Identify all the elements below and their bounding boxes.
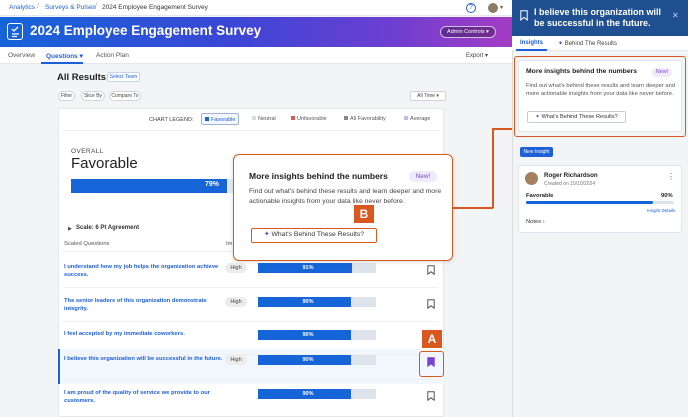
filter-button[interactable]: Filter [58, 91, 75, 101]
importance-badge: High [225, 297, 247, 307]
popover-text: Find out what's behind these results and… [249, 188, 442, 205]
panel-title: I believe this organization will be succ… [534, 7, 662, 28]
date-range-select[interactable]: All Time ▾ [410, 91, 446, 101]
chevron-down-icon[interactable]: ▾ [500, 4, 503, 11]
new-badge: New! [409, 171, 437, 182]
help-icon[interactable]: ? [466, 3, 476, 13]
kebab-menu-icon[interactable]: ⋮ [667, 172, 675, 181]
legend-favorable[interactable]: Favorable [201, 113, 240, 125]
callout-marker-b: B [354, 205, 374, 223]
overall-label: OVERALL [71, 148, 104, 155]
new-insight-button[interactable]: New Insight [520, 147, 553, 157]
survey-icon [7, 23, 23, 40]
column-header-questions: Scaled Questions [64, 241, 110, 247]
bookmark-icon[interactable] [427, 265, 435, 275]
importance-badge: High [225, 355, 247, 365]
bookmark-icon[interactable] [520, 10, 528, 21]
overall-bar-fill [71, 179, 227, 193]
unfavorable-swatch [291, 116, 295, 120]
page-title: 2024 Employee Engagement Survey [30, 23, 262, 38]
tab-questions[interactable]: Questions ▾ [46, 52, 83, 60]
bookmark-highlight-box [419, 351, 444, 377]
promo-title: More insights behind the numbers [526, 68, 638, 75]
column-header-importance: Im [226, 241, 233, 247]
favorability-percent: 90% [302, 357, 314, 363]
export-button[interactable]: Export ▾ [466, 52, 488, 59]
overall-value: Favorable [71, 155, 138, 172]
insight-bar-fill [526, 201, 653, 204]
question-text[interactable]: I believe this organization will be succ… [64, 355, 224, 363]
neutral-swatch [252, 116, 256, 120]
legend-all-favorability[interactable]: All Favorability [341, 113, 389, 125]
insight-details-link[interactable]: Insight Details [647, 208, 675, 213]
callout-connector [453, 207, 493, 209]
insight-label: Favorable [526, 193, 554, 199]
breadcrumb-surveys[interactable]: Surveys & Pulses [45, 4, 96, 11]
question-text[interactable]: I understand how my job helps the organi… [64, 263, 224, 279]
whats-behind-results-button[interactable]: ✦ What's Behind These Results? [527, 111, 626, 123]
compare-to-button[interactable]: Compare To [109, 91, 141, 101]
bookmark-icon[interactable] [427, 391, 435, 401]
scale-label[interactable]: Scale: 6 Pt Agreement [76, 225, 139, 231]
breadcrumb-current: 2024 Employee Engagement Survey [102, 4, 208, 11]
legend-average[interactable]: Average [401, 113, 433, 125]
insight-percent: 90% [661, 193, 673, 199]
avatar[interactable] [488, 3, 498, 13]
question-text[interactable]: I feel accepted by my immediate coworker… [64, 330, 224, 338]
divider [63, 379, 439, 380]
favorability-percent: 90% [302, 332, 314, 338]
bookmark-icon[interactable] [427, 299, 435, 309]
favorable-swatch [205, 117, 209, 121]
breadcrumb-separator: / [95, 3, 97, 10]
all-favorability-swatch [344, 116, 348, 120]
promo-text: Find out what's behind these results and… [526, 83, 676, 97]
favorability-percent: 91% [302, 265, 314, 271]
insight-created-date: Created on 10/10/2024 [544, 181, 596, 187]
section-title: All Results [57, 72, 107, 83]
whats-behind-results-button[interactable]: ✦ What's Behind These Results? [251, 228, 377, 243]
favorability-percent: 90% [302, 299, 314, 305]
importance-badge: High [225, 263, 247, 273]
question-text[interactable]: The senior leaders of this organization … [64, 297, 224, 313]
callout-connector [492, 128, 494, 208]
divider [63, 130, 439, 131]
callout-marker-a: A [422, 330, 442, 348]
legend-neutral[interactable]: Neutral [249, 113, 279, 125]
select-team-button[interactable]: Select Team [107, 72, 140, 82]
breadcrumb-separator: / [37, 3, 39, 10]
slice-by-button[interactable]: Slice By [81, 91, 105, 101]
chart-legend-label: CHART LEGEND: [149, 117, 194, 123]
tab-insights[interactable]: Insights [520, 40, 543, 46]
notes-toggle[interactable]: Notes › [526, 219, 545, 225]
question-text[interactable]: I am proud of the quality of service we … [64, 389, 224, 405]
tab-behind-the-results[interactable]: ✦ Behind The Results [558, 40, 617, 47]
insight-author: Roger Richardson [544, 172, 598, 179]
avatar [525, 172, 538, 185]
divider [63, 287, 439, 288]
new-badge: New! [652, 68, 672, 77]
active-tab-indicator [516, 49, 547, 51]
breadcrumb-analytics[interactable]: Analytics [9, 4, 35, 11]
admin-controls-button[interactable]: Admin Controls ▾ [440, 26, 496, 38]
average-swatch [404, 116, 408, 120]
active-tab-indicator [41, 62, 83, 64]
tab-action-plan[interactable]: Action Plan [96, 52, 129, 59]
legend-unfavorable[interactable]: Unfavorable [288, 113, 330, 125]
tab-overview[interactable]: Overview [8, 52, 35, 59]
chevron-right-icon[interactable]: ▶ [68, 226, 72, 232]
divider [63, 321, 439, 322]
sparkle-icon: ✦ [558, 41, 565, 47]
overall-percent: 79% [205, 181, 220, 188]
close-icon[interactable]: ✕ [672, 11, 679, 20]
popover-title: More insights behind the numbers [249, 171, 388, 181]
favorability-percent: 90% [302, 391, 314, 397]
